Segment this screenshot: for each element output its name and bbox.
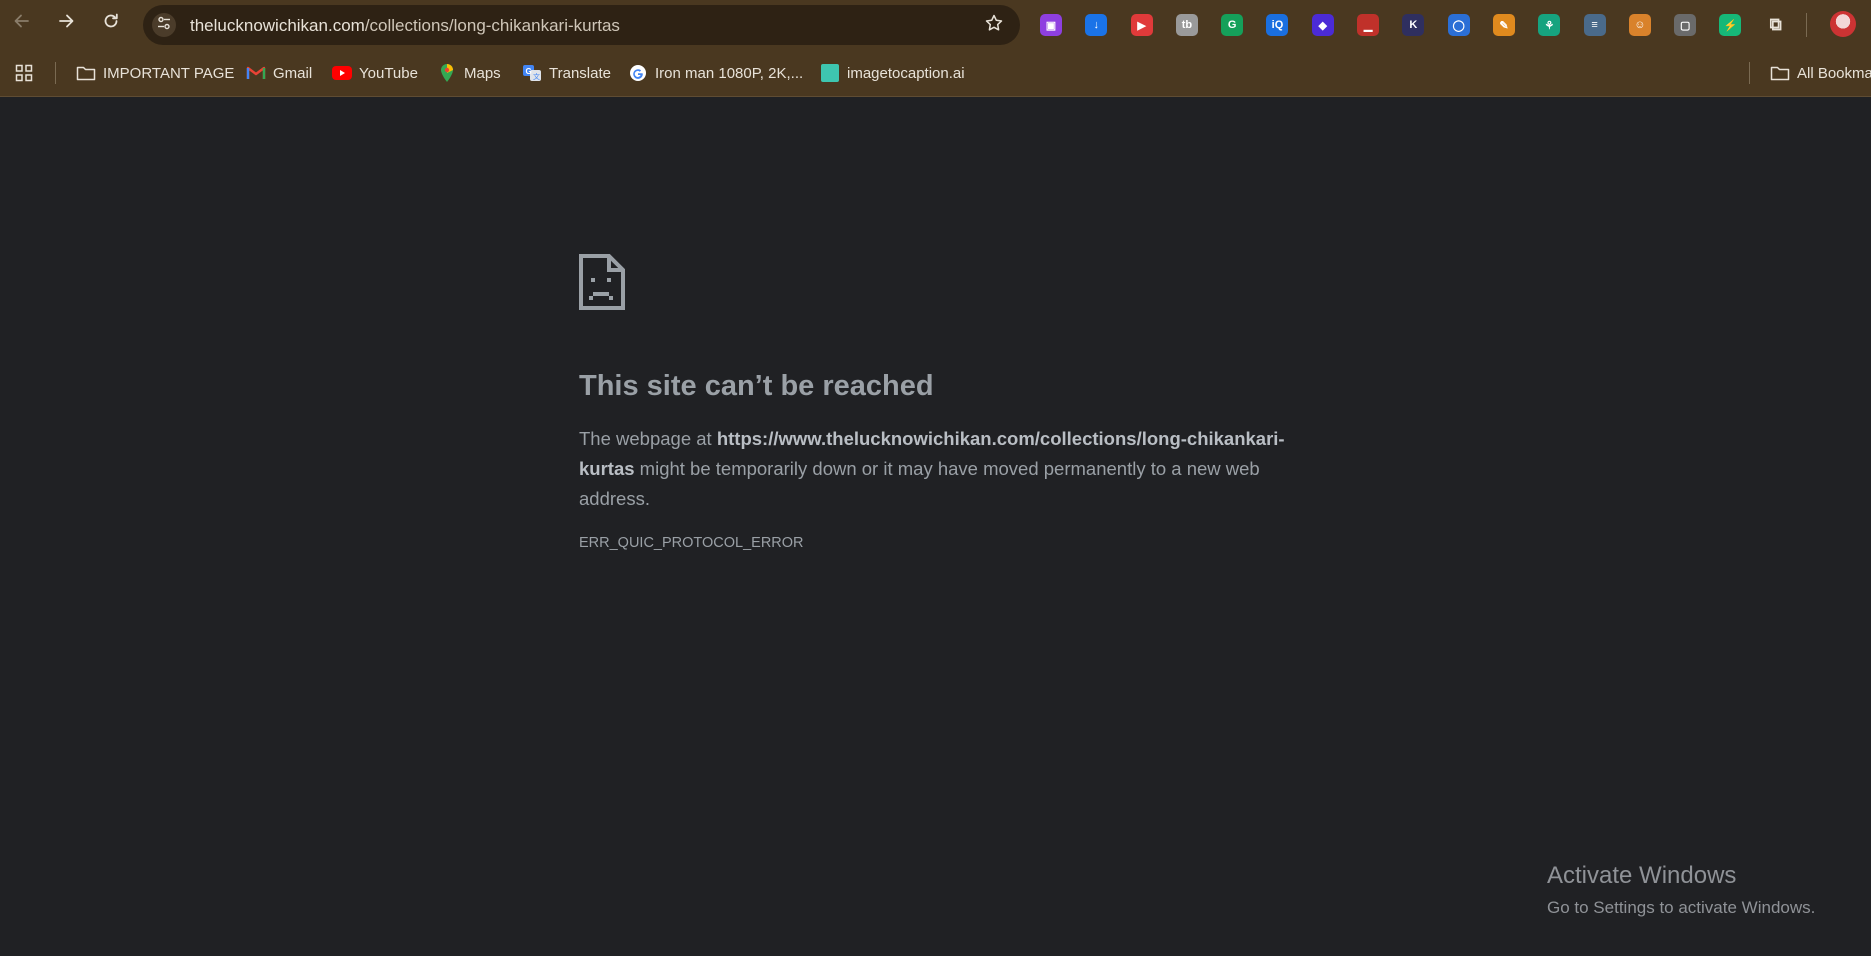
extensions-area: ▣ ↓ ▶ tb GiQ ◆ ▁ K ◯ ✎ ⚘ ≡ ☺ ▢ ⚡ ⧉ <box>1040 11 1810 39</box>
bookmark-youtube[interactable]: YouTube <box>332 62 418 84</box>
svg-text:G: G <box>526 67 532 76</box>
download-extension-icon[interactable]: ↓ <box>1085 14 1108 36</box>
apps-grid-icon <box>14 63 34 83</box>
maps-icon <box>437 63 457 83</box>
url-host: thelucknowichikan.com <box>190 16 365 35</box>
tb-extension-icon[interactable]: tb <box>1175 14 1198 36</box>
bookmark-label: YouTube <box>359 64 418 82</box>
bookmark-star-button[interactable] <box>982 13 1006 37</box>
error-code: ERR_QUIC_PROTOCOL_ERROR <box>579 535 804 551</box>
person-check-extension-icon[interactable]: ☺ <box>1628 14 1651 36</box>
grammarly-extension-icon[interactable]: G <box>1221 14 1244 36</box>
url-path: /collections/long-chikankari-kurtas <box>364 16 620 35</box>
reload-icon <box>101 11 121 36</box>
pencil-extension-icon[interactable]: ✎ <box>1492 14 1515 36</box>
bookmark-important-page[interactable]: IMPORTANT PAGE <box>76 62 234 84</box>
play-extension-icon[interactable]: ▶ <box>1130 14 1153 36</box>
text-extension-icon[interactable]: ≡ <box>1583 14 1606 36</box>
bookmarks-bar: IMPORTANT PAGE Gmail YouTube Maps G文 Tra… <box>0 50 1871 97</box>
lightning-extension-icon[interactable]: ⚡ <box>1719 14 1742 36</box>
bookmark-gmail[interactable]: Gmail <box>246 62 312 84</box>
error-desc-suffix: might be temporarily down or it may have… <box>579 458 1260 509</box>
bookmarks-separator <box>55 62 56 84</box>
error-desc-prefix: The webpage at <box>579 428 717 449</box>
arrow-left-icon <box>12 11 32 36</box>
forward-button[interactable] <box>51 8 81 38</box>
folder-icon <box>1770 63 1790 83</box>
arrow-right-icon <box>56 11 76 36</box>
svg-text:文: 文 <box>533 72 540 81</box>
star-icon <box>984 13 1004 38</box>
error-title: This site can’t be reached <box>579 370 934 402</box>
reload-button[interactable] <box>96 8 126 38</box>
toolbar-divider <box>1806 13 1807 37</box>
google-icon <box>628 63 648 83</box>
bookmark-maps[interactable]: Maps <box>437 62 501 84</box>
error-description: The webpage at https://www.thelucknowich… <box>579 424 1309 514</box>
site-info-button[interactable] <box>152 13 176 37</box>
bookmark-label: Iron man 1080P, 2K,... <box>655 64 804 82</box>
bookmark-label: Gmail <box>273 64 313 82</box>
back-button[interactable] <box>7 8 37 38</box>
sad-document-icon <box>579 254 625 315</box>
bookmark-label: imagetocaption.ai <box>847 64 965 82</box>
folder-icon <box>76 63 96 83</box>
youtube-icon <box>332 63 352 83</box>
activate-windows-watermark: Activate Windows Go to Settings to activ… <box>1547 862 1815 918</box>
bookmark-label: IMPORTANT PAGE <box>103 64 235 82</box>
puzzle-extensions-icon[interactable]: ⧉ <box>1765 14 1787 36</box>
address-bar[interactable]: thelucknowichikan.com/collections/long-c… <box>143 5 1020 45</box>
iq-extension-icon[interactable]: iQ <box>1266 14 1289 36</box>
activate-windows-subtitle: Go to Settings to activate Windows. <box>1547 898 1816 917</box>
imagetocaption-icon <box>820 63 840 83</box>
translate-icon: G文 <box>522 63 542 83</box>
gmail-icon <box>246 63 266 83</box>
bookmark-iron-man[interactable]: Iron man 1080P, 2K,... <box>628 62 803 84</box>
color-ring-extension-icon[interactable]: ◯ <box>1447 14 1470 36</box>
bookmark-label: Maps <box>464 64 501 82</box>
apps-button[interactable] <box>14 62 41 84</box>
activate-windows-title: Activate Windows <box>1547 862 1737 889</box>
k-extension-icon[interactable]: K <box>1402 14 1425 36</box>
bookmark-imagetocaption[interactable]: imagetocaption.ai <box>820 62 965 84</box>
layers-extension-icon[interactable]: ◆ <box>1311 14 1334 36</box>
profile-avatar[interactable] <box>1830 11 1856 37</box>
bookmark-translate[interactable]: G文 Translate <box>522 62 611 84</box>
screen-recorder-extension-icon[interactable]: ▣ <box>1040 14 1062 36</box>
all-bookmarks-label: All Bookmarks <box>1797 64 1871 82</box>
chart-extension-icon[interactable]: ▁ <box>1357 14 1380 36</box>
url-text[interactable]: thelucknowichikan.com/collections/long-c… <box>190 16 620 36</box>
bookmark-label: Translate <box>549 64 611 82</box>
tune-icon <box>156 15 172 36</box>
figure-extension-icon[interactable]: ⚘ <box>1538 14 1561 36</box>
all-bookmarks-button[interactable]: All Bookmarks <box>1770 62 1871 84</box>
robot-extension-icon[interactable]: ▢ <box>1674 14 1697 36</box>
browser-toolbar: thelucknowichikan.com/collections/long-c… <box>0 0 1871 50</box>
bookmarks-separator <box>1749 62 1750 84</box>
